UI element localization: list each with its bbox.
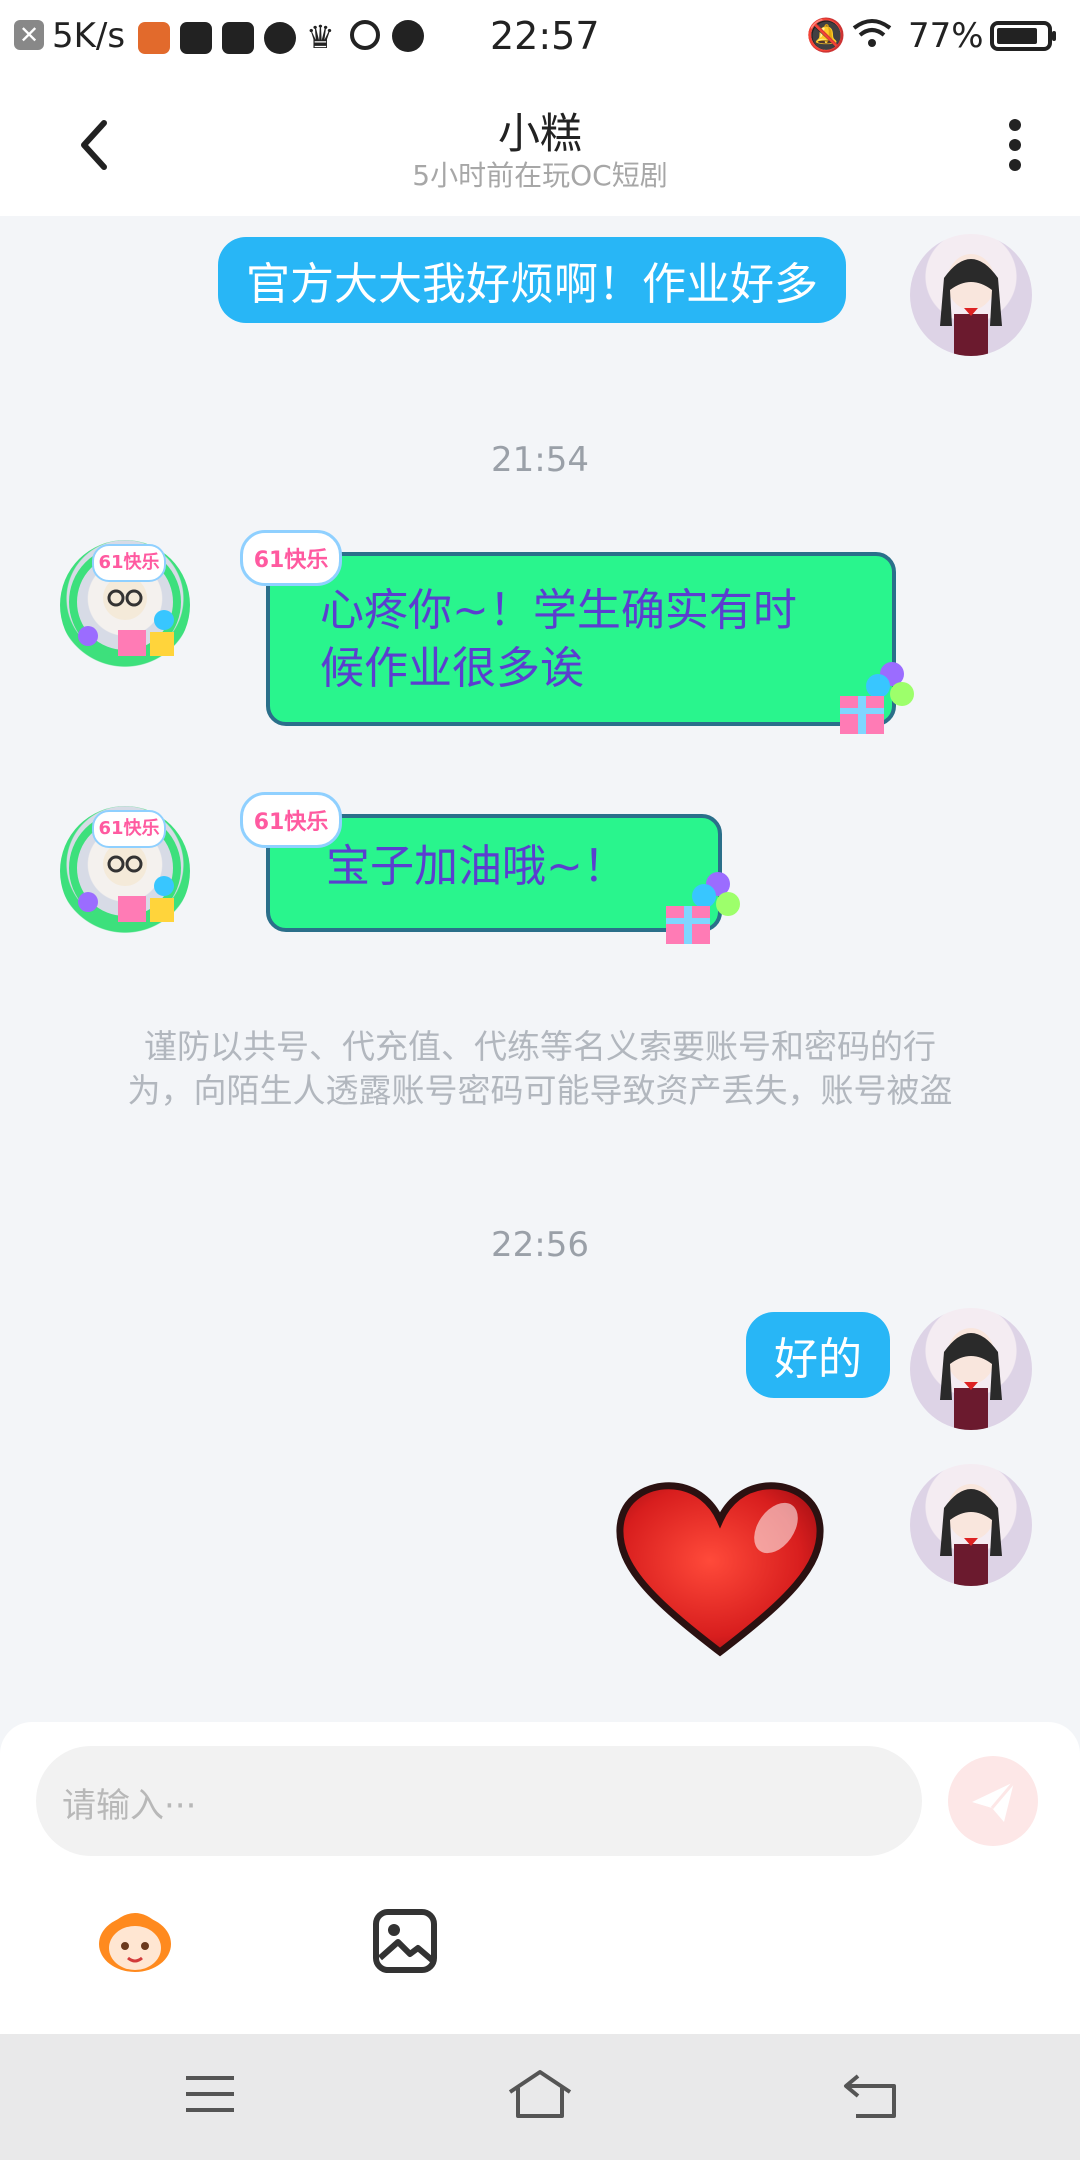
message-bubble-in[interactable]: 心疼你~！学生确实有时 候作业很多诶 [266,552,896,726]
timestamp: 22:56 [491,1225,589,1265]
image-button[interactable] [372,1908,438,1974]
input-placeholder: 请输入··· [62,1786,197,1826]
my-avatar[interactable] [910,1464,1032,1586]
emoji-button[interactable] [92,1906,178,1976]
chat-subtitle: 5小时前在玩OC短剧 [412,159,668,192]
video-icon [350,20,380,50]
my-avatar[interactable] [910,234,1032,356]
bubble-badge: 61快乐 [240,792,342,848]
crown-icon: ♛ [306,18,335,56]
more-options-icon[interactable] [1000,115,1030,175]
message-icon [180,22,212,54]
planet-icon [392,20,424,52]
status-time: 22:57 [490,14,600,58]
message-text: 官方大大我好烦啊！作业好多 [246,259,818,310]
heart-sticker-icon[interactable] [612,1480,828,1660]
game-icon [138,22,170,54]
battery-percent: 77% [908,16,984,56]
wifi-icon [852,18,892,50]
send-icon [972,1781,1016,1822]
message-text-line: 候作业很多诶 [320,643,584,694]
avatar-badge: 61快乐 [92,810,166,848]
notice-line: 为，向陌生人透露账号密码可能导致资产丢失，账号被盗 [127,1071,953,1110]
app-icon [222,22,254,54]
avatar-badge: 61快乐 [92,544,166,582]
timestamp: 21:54 [491,440,589,480]
notice-line: 谨防以共号、代充值、代练等名义索要账号和密码的行 [144,1027,936,1066]
net-speed: 5K/s [52,16,126,56]
bell-mute-icon: 🔕 [806,16,846,54]
image-icon [373,1909,437,1973]
security-notice: 谨防以共号、代充值、代练等名义索要账号和密码的行 为，向陌生人透露账号密码可能导… [80,1025,1000,1113]
gift-decoration-icon [656,866,742,952]
bubble-badge: 61快乐 [240,530,342,586]
message-text-line: 宝子加油哦~！ [326,841,627,892]
chat-title: 小糕 [497,109,582,158]
pinwheel-icon [264,22,296,54]
message-bubble-out[interactable]: 好的 [746,1312,890,1398]
message-text-line: 心疼你~！学生确实有时 [320,585,797,636]
message-text: 好的 [774,1334,862,1385]
gift-decoration-icon [830,656,916,742]
menu-icon[interactable] [182,2072,238,2116]
send-button[interactable] [948,1756,1038,1846]
my-avatar[interactable] [910,1308,1032,1430]
mascot-emoji-icon [99,1913,171,1972]
close-notification-icon: ✕ [14,20,44,50]
home-icon[interactable] [504,2068,576,2120]
back-nav-icon[interactable] [840,2070,900,2120]
message-bubble-out[interactable]: 官方大大我好烦啊！作业好多 [218,237,846,323]
battery-icon [990,20,1058,52]
